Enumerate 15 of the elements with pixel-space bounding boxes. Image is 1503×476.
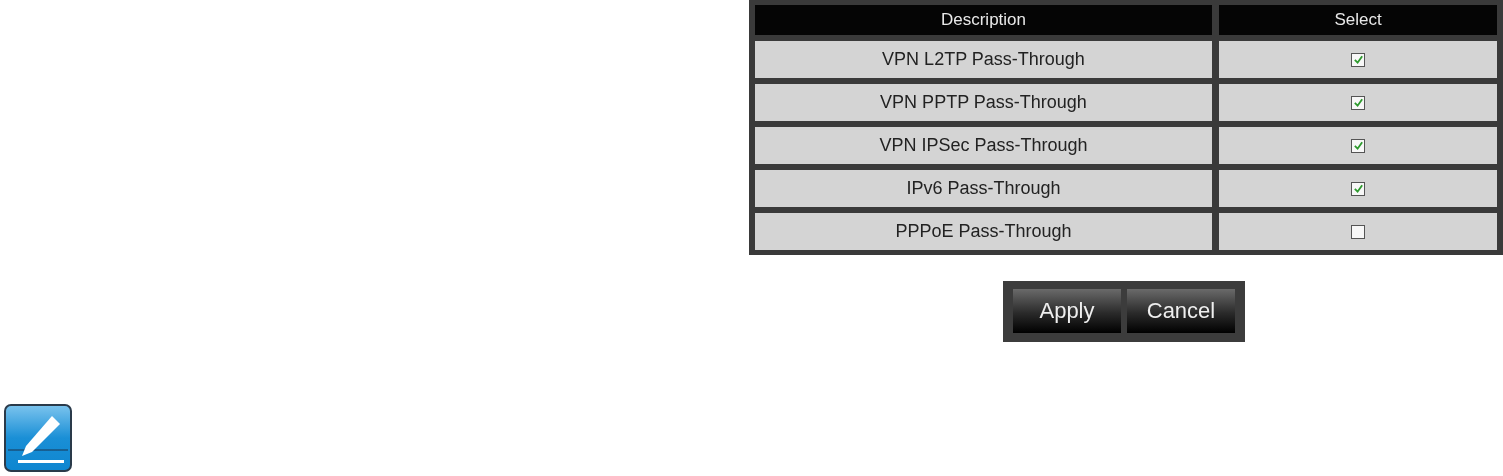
apply-button[interactable]: Apply [1013,289,1121,333]
table-cell: IPv6 Pass-Through [755,170,1212,207]
cancel-button[interactable]: Cancel [1127,289,1235,333]
checkbox[interactable] [1351,138,1365,153]
column-header: Select [1219,5,1497,35]
checkbox[interactable] [1351,224,1365,239]
column-header: Description [755,5,1212,35]
checkbox[interactable] [1351,52,1365,67]
table-cell: VPN PPTP Pass-Through [755,84,1212,121]
table-cell: PPPoE Pass-Through [755,213,1212,250]
pencil-icon [4,404,72,472]
table-cell: VPN IPSec Pass-Through [755,127,1212,164]
table-cell: VPN L2TP Pass-Through [755,41,1212,78]
checkbox[interactable] [1351,181,1365,196]
checkbox[interactable] [1351,95,1365,110]
